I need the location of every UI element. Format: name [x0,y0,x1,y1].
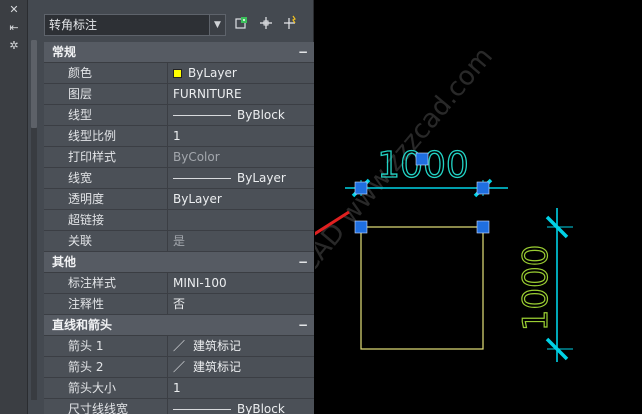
section-title: 直线和箭头 [52,318,113,332]
property-row-arrow-size[interactable]: 箭头大小 1 [44,378,314,399]
section-general[interactable]: 常规 − [44,42,314,63]
property-label: 箭头 1 [44,336,168,356]
section-lines-arrows[interactable]: 直线和箭头 − [44,315,314,336]
properties-grid: 常规 − 颜色 ByLayer 图层 FURNITURE 线型 ByBlock … [44,42,314,414]
close-icon[interactable]: ✕ [0,3,28,17]
object-type-value: 转角标注 [49,18,98,32]
property-label: 透明度 [44,189,168,209]
horizontal-dimension-text[interactable]: 1000 [377,144,470,186]
property-row-transparency[interactable]: 透明度 ByLayer [44,189,314,210]
property-row-linetype[interactable]: 线型 ByBlock [44,105,314,126]
property-label: 线型比例 [44,126,168,146]
property-label: 打印样式 [44,147,168,167]
property-value[interactable]: ／ 建筑标记 [168,336,314,356]
arch-tick-icon: ／ [173,360,186,374]
property-row-lineweight[interactable]: 线宽 ByLayer [44,168,314,189]
object-type-dropdown[interactable]: 转角标注 ▼ [44,14,226,36]
property-label: 标注样式 [44,273,168,293]
palette-scrollbar[interactable] [31,40,37,400]
property-value[interactable]: FURNITURE [168,84,314,104]
property-label: 注释性 [44,294,168,314]
property-row-linetype-scale[interactable]: 线型比例 1 [44,126,314,147]
collapse-icon[interactable]: − [298,315,308,336]
property-row-arrow2[interactable]: 箭头 2 ／ 建筑标记 [44,357,314,378]
property-value-text: ByLayer [237,171,286,185]
section-title: 常规 [52,45,77,59]
property-value[interactable]: ByLayer [168,63,314,83]
linetype-sample-icon [173,114,231,116]
property-row-dimline-weight[interactable]: 尺寸线线宽 ByBlock [44,399,314,414]
property-value[interactable]: ByBlock [168,399,314,414]
property-value[interactable]: MINI-100 [168,273,314,293]
property-row-dimstyle[interactable]: 标注样式 MINI-100 [44,273,314,294]
grip-handle[interactable] [476,181,490,195]
property-label: 颜色 [44,63,168,83]
furniture-rectangle[interactable] [360,226,484,350]
collapse-icon[interactable]: − [298,42,308,63]
quick-select-icon[interactable] [232,15,252,35]
property-label: 箭头 2 [44,357,168,377]
property-label: 图层 [44,84,168,104]
lineweight-sample-icon [173,408,231,410]
property-value-text: ByBlock [237,402,285,414]
property-value-text: 建筑标记 [193,360,242,374]
property-row-plotstyle[interactable]: 打印样式 ByColor [44,147,314,168]
property-value[interactable]: ByLayer [168,189,314,209]
palette-side-strip: ✕ ⇤ ✲ [0,0,28,414]
vertical-dimension-text[interactable]: 1000 [515,244,556,332]
grip-handle[interactable] [476,220,490,234]
property-value-text: 建筑标记 [193,339,242,353]
property-value[interactable]: ByBlock [168,105,314,125]
property-value[interactable]: 1 [168,378,314,398]
property-row-layer[interactable]: 图层 FURNITURE [44,84,314,105]
color-swatch-icon [173,68,182,78]
property-row-hyperlink[interactable]: 超链接 [44,210,314,231]
palette-toolbar: 转角标注 ▼ [44,14,314,38]
scrollbar-thumb[interactable] [31,40,37,128]
select-objects-icon[interactable] [256,15,276,35]
pin-icon[interactable]: ⇤ [0,21,28,35]
property-value-text: ByBlock [237,108,285,122]
settings-icon[interactable]: ✲ [0,39,28,53]
property-value-text: ByLayer [188,66,237,80]
section-title: 其他 [52,255,77,269]
property-value[interactable]: 否 [168,294,314,314]
grip-handle[interactable] [354,220,368,234]
property-value[interactable]: ByColor [168,147,314,167]
grip-handle[interactable] [415,152,429,166]
property-label: 关联 [44,231,168,251]
lineweight-sample-icon [173,177,231,179]
property-label: 线宽 [44,168,168,188]
pickadd-toggle-icon[interactable] [280,15,300,35]
collapse-icon[interactable]: − [298,252,308,273]
property-row-associative[interactable]: 关联 是 [44,231,314,252]
section-misc[interactable]: 其他 − [44,252,314,273]
arch-tick-icon: ／ [173,339,186,353]
drawing-canvas[interactable]: 周站长CAD www.zzzcad.com 1000 1000 [242,0,642,414]
property-label: 箭头大小 [44,378,168,398]
property-value[interactable]: ／ 建筑标记 [168,357,314,377]
grip-handle[interactable] [354,181,368,195]
property-label: 线型 [44,105,168,125]
property-row-color[interactable]: 颜色 ByLayer [44,63,314,84]
property-label: 尺寸线线宽 [44,399,168,414]
property-value[interactable]: 1 [168,126,314,146]
properties-palette: 转角标注 ▼ 常规 − 颜色 ByLayer 图层 FURNITURE 线型 B… [28,0,314,414]
property-value[interactable] [168,210,314,230]
chevron-down-icon[interactable]: ▼ [209,15,225,35]
property-row-annotative[interactable]: 注释性 否 [44,294,314,315]
property-value[interactable]: 是 [168,231,314,251]
drawing-svg: 周站长CAD www.zzzcad.com 1000 1000 [242,42,573,362]
property-row-arrow1[interactable]: 箭头 1 ／ 建筑标记 [44,336,314,357]
property-value[interactable]: ByLayer [168,168,314,188]
watermark-text: 周站长CAD www.zzzcad.com [315,42,499,340]
property-label: 超链接 [44,210,168,230]
